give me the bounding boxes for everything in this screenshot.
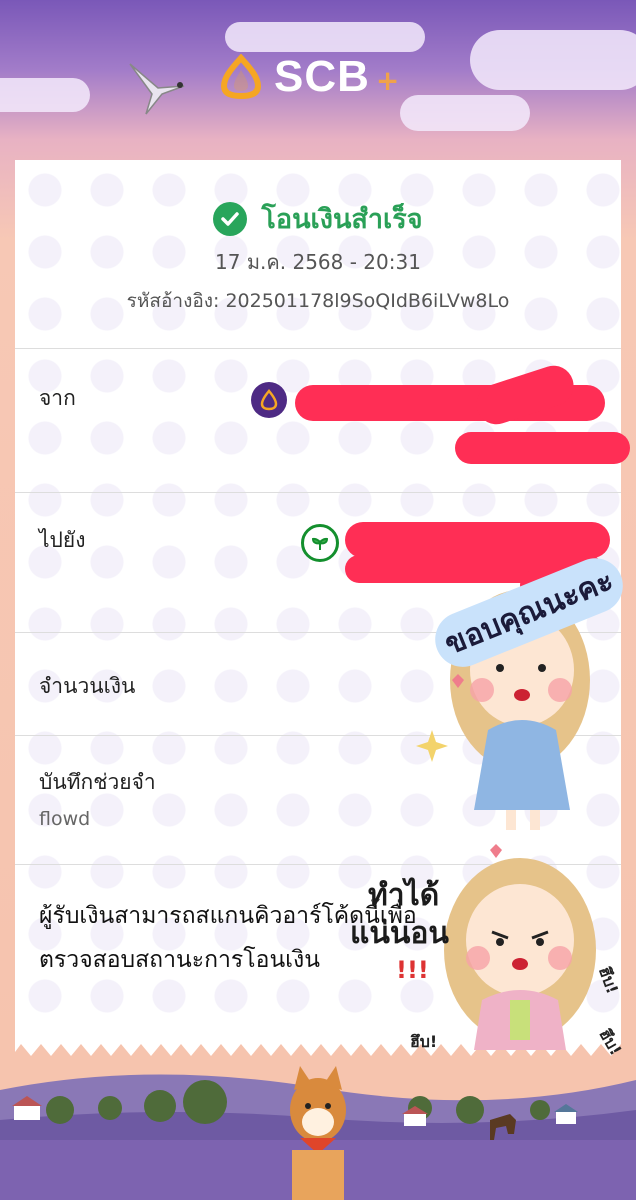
scb-bank-icon bbox=[251, 382, 287, 418]
brand-plus: + bbox=[375, 63, 400, 97]
divider bbox=[15, 348, 621, 349]
lavender-field-scenery bbox=[0, 1066, 636, 1200]
sticker-hup-text: ฮึบ! bbox=[410, 1032, 438, 1051]
transaction-datetime: 17 ม.ค. 2568 - 20:31 bbox=[215, 250, 421, 274]
cloud-decoration bbox=[470, 30, 636, 90]
cloud-decoration bbox=[0, 78, 90, 112]
brand-name: SCB bbox=[274, 52, 370, 101]
cloud-decoration bbox=[400, 95, 530, 131]
scb-logo: SCB + bbox=[218, 52, 399, 102]
reference-code: 202501178l9SoQIdB6iLVw8Lo bbox=[225, 290, 510, 312]
redaction-mark bbox=[345, 522, 610, 558]
to-label: ไปยัง bbox=[39, 528, 86, 552]
memo-value: flowd bbox=[39, 808, 91, 830]
divider bbox=[15, 492, 621, 493]
bird-illustration bbox=[129, 63, 185, 115]
kbank-icon bbox=[301, 524, 339, 562]
sticker-exclaim-text: !!! bbox=[396, 956, 429, 984]
memo-label: บันทึกช่วยจำ bbox=[39, 770, 156, 794]
redaction-mark bbox=[455, 432, 630, 464]
check-icon bbox=[213, 201, 248, 236]
from-label: จาก bbox=[39, 386, 76, 410]
sticker-sure-text: แน่นอน bbox=[350, 916, 449, 951]
status-row: โอนเงินสำเร็จ bbox=[15, 197, 621, 240]
reference-line: รหัสอ้างอิง: 202501178l9SoQIdB6iLVw8Lo bbox=[15, 286, 621, 316]
cloud-decoration bbox=[225, 22, 425, 52]
amount-label: จำนวนเงิน bbox=[39, 674, 136, 698]
scb-emblem-icon bbox=[220, 54, 262, 100]
reference-label: รหัสอ้างอิง: bbox=[126, 290, 220, 312]
status-text: โอนเงินสำเร็จ bbox=[261, 204, 423, 235]
